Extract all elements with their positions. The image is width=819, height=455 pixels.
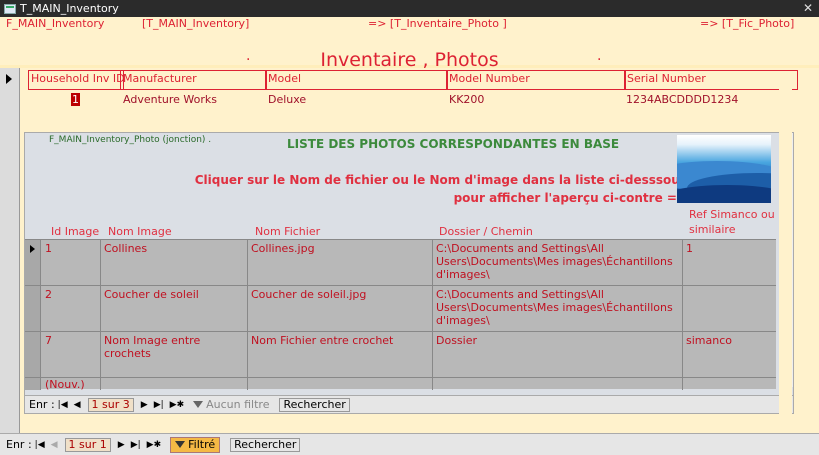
cell-nom-fichier[interactable]: Coucher de soleil.jpg — [248, 286, 433, 331]
cell-dossier[interactable]: C:\Documents and Settings\All Users\Docu… — [433, 286, 683, 331]
table-row[interactable]: 1 Collines Collines.jpg C:\Documents and… — [25, 240, 776, 286]
main-navigation-bar: Enr : |◀ ◀ 1 sur 1 ▶ ▶| ▶✱ Filtré Recher… — [0, 433, 819, 455]
cell-dossier[interactable]: C:\Documents and Settings\All Users\Docu… — [433, 240, 683, 285]
cell-nom-image[interactable]: Collines — [101, 240, 248, 285]
table-row[interactable]: 7 Nom Image entre crochets Nom Fichier e… — [25, 332, 776, 378]
header-link-form: F_MAIN_Inventory — [6, 17, 105, 30]
close-icon[interactable]: ✕ — [803, 1, 813, 15]
next-record-icon[interactable]: ▶ — [118, 440, 125, 450]
last-record-icon[interactable]: ▶| — [154, 400, 164, 410]
form-header: F_MAIN_Inventory [T_MAIN_Inventory] => [… — [0, 17, 819, 71]
filter-button[interactable]: Aucun filtre — [193, 398, 269, 411]
preview-hill — [677, 185, 771, 203]
column-header-nom-image: Nom Image — [108, 225, 172, 238]
new-record-icon[interactable]: ▶✱ — [147, 440, 161, 450]
column-header-dossier: Dossier / Chemin — [439, 225, 533, 238]
new-record-row[interactable]: (Nouv.) — [25, 378, 776, 390]
subform-label: F_MAIN_Inventory_Photo (jonction) . — [49, 135, 212, 145]
cell-nom-image[interactable]: Coucher de soleil — [101, 286, 248, 331]
cell-nom-image[interactable]: Nom Image entre crochets — [101, 332, 248, 377]
form-icon — [4, 3, 16, 14]
form-detail: Household Inv ID Manufacturer Model Mode… — [20, 68, 819, 433]
column-header-manufacturer: Manufacturer — [120, 70, 267, 90]
subform-instruction: pour afficher l'aperçu ci-contre => — [453, 191, 687, 205]
header-link-file-table: => [T_Fic_Photo] — [700, 17, 795, 30]
cell-dossier[interactable]: Dossier — [433, 332, 683, 377]
column-header-ref-simanco: Ref Simanco ou similaire — [689, 208, 775, 236]
filter-icon — [193, 401, 204, 408]
header-dot: . — [246, 48, 251, 64]
previous-record-icon[interactable]: ◀ — [74, 400, 81, 410]
model-field[interactable]: Deluxe — [268, 93, 306, 106]
cell-ref[interactable]: 1 — [683, 240, 776, 285]
photo-grid: 1 Collines Collines.jpg C:\Documents and… — [25, 239, 776, 390]
cell-nom-fichier[interactable] — [248, 378, 433, 390]
manufacturer-field[interactable]: Adventure Works — [123, 93, 217, 106]
first-record-icon[interactable]: |◀ — [58, 400, 68, 410]
record-counter[interactable]: 1 sur 3 — [87, 397, 134, 412]
nav-label: Enr : — [29, 398, 55, 411]
column-header-model-number: Model Number — [446, 70, 626, 90]
cell-id-image[interactable]: 7 — [42, 332, 101, 377]
filter-icon — [175, 441, 186, 448]
row-selector[interactable] — [25, 378, 41, 390]
header-link-photo-table: => [T_Inventaire_Photo ] — [368, 17, 507, 30]
column-header-serial-number: Serial Number — [624, 70, 798, 90]
current-row-arrow-icon — [30, 245, 35, 253]
row-selector[interactable] — [25, 332, 41, 377]
table-row[interactable]: 2 Coucher de soleil Coucher de soleil.jp… — [25, 286, 776, 332]
cell-dossier[interactable] — [433, 378, 683, 390]
column-header-model: Model — [265, 70, 448, 90]
filter-label: Aucun filtre — [206, 398, 270, 411]
next-record-icon[interactable]: ▶ — [141, 400, 148, 410]
cell-id-image[interactable]: 1 — [42, 240, 101, 285]
filter-button[interactable]: Filtré — [170, 436, 221, 453]
photo-subform: F_MAIN_Inventory_Photo (jonction) . LIST… — [24, 132, 794, 414]
row-selector[interactable] — [25, 286, 41, 331]
subform-title: LISTE DES PHOTOS CORRESPONDANTES EN BASE — [287, 137, 620, 151]
household-inv-id-field[interactable]: 1 — [71, 93, 80, 106]
window-titlebar: T_MAIN_Inventory ✕ — [0, 0, 819, 17]
record-selector[interactable] — [0, 68, 20, 433]
cell-ref[interactable] — [683, 286, 776, 331]
header-dot: . — [597, 48, 602, 64]
cell-ref[interactable]: simanco — [683, 332, 776, 377]
search-input[interactable]: Rechercher — [279, 397, 350, 412]
record-counter[interactable]: 1 sur 1 — [64, 437, 111, 452]
new-record-icon[interactable]: ▶✱ — [170, 400, 184, 410]
column-header-id: Household Inv ID — [28, 70, 124, 90]
cell-ref[interactable] — [683, 378, 776, 390]
model-number-field[interactable]: KK200 — [449, 93, 484, 106]
previous-record-icon[interactable]: ◀ — [51, 440, 58, 450]
main-vertical-scrollbar[interactable] — [779, 74, 792, 420]
cell-id-image[interactable]: (Nouv.) — [42, 378, 101, 390]
subform-instruction: Cliquer sur le Nom de fichier ou le Nom … — [194, 173, 687, 187]
nav-label: Enr : — [6, 438, 32, 451]
current-record-arrow-icon — [6, 74, 12, 84]
window-title: T_MAIN_Inventory — [20, 2, 119, 15]
cell-nom-image[interactable] — [101, 378, 248, 390]
column-header-id-image: Id Image — [51, 225, 100, 238]
cell-nom-fichier[interactable]: Nom Fichier entre crochet — [248, 332, 433, 377]
serial-number-field[interactable]: 1234ABCDDDD1234 — [626, 93, 738, 106]
header-link-table: [T_MAIN_Inventory] — [142, 17, 250, 30]
row-selector[interactable] — [25, 240, 41, 285]
filter-label: Filtré — [188, 438, 216, 451]
last-record-icon[interactable]: ▶| — [131, 440, 141, 450]
cell-nom-fichier[interactable]: Collines.jpg — [248, 240, 433, 285]
photo-preview-image — [677, 135, 771, 203]
column-header-nom-fichier: Nom Fichier — [255, 225, 321, 238]
first-record-icon[interactable]: |◀ — [35, 440, 45, 450]
search-input[interactable]: Rechercher — [230, 437, 301, 452]
subform-navigation-bar: Enr : |◀ ◀ 1 sur 3 ▶ ▶| ▶✱ Aucun filtre … — [25, 395, 793, 413]
cell-id-image[interactable]: 2 — [42, 286, 101, 331]
